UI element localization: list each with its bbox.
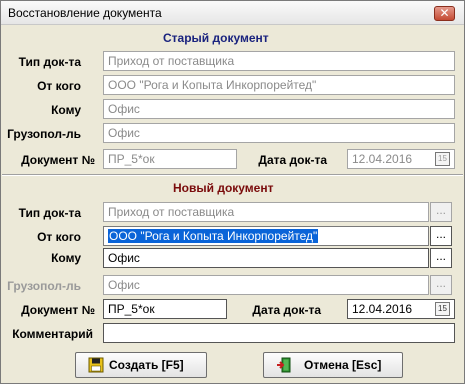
new-from-label: От кого — [37, 230, 81, 244]
old-doc-type-label: Тип док-та — [18, 55, 81, 69]
new-doc-type-label: Тип док-та — [18, 206, 81, 220]
new-to-label: Кому — [51, 251, 81, 265]
comment-label: Комментарий — [12, 327, 93, 341]
old-from-field: ООО "Рога и Копыта Инкорпорейтед" — [103, 75, 455, 95]
window-title: Восстановление документа — [8, 6, 162, 20]
close-button[interactable]: ✕ — [434, 6, 455, 21]
old-docnum-field: ПР_5*ок — [103, 149, 237, 169]
new-date-value: 12.04.2016 — [352, 302, 413, 316]
old-consignee-label: Грузопол-ль — [7, 127, 81, 141]
title-bar[interactable]: Восстановление документа ✕ — [1, 1, 464, 25]
new-from-field[interactable]: ООО "Рога и Копыта Инкорпорейтед" — [103, 226, 429, 246]
new-docnum-field[interactable]: ПР_5*ок — [103, 299, 227, 319]
old-date-label: Дата док-та — [258, 153, 327, 167]
save-floppy-icon — [88, 357, 104, 373]
section-divider — [2, 174, 463, 176]
new-doc-type-lookup-button[interactable]: ... — [430, 202, 452, 222]
cancel-button[interactable]: Отмена [Esc] — [263, 352, 403, 378]
old-to-field: Офис — [103, 99, 455, 119]
new-consignee-lookup-button: ... — [430, 275, 452, 295]
new-calendar-icon[interactable]: 15 — [435, 302, 450, 316]
old-docnum-label: Документ № — [21, 153, 95, 167]
old-document-heading: Старый документ — [163, 31, 269, 45]
old-to-label: Кому — [51, 103, 81, 117]
new-doc-type-field: Приход от поставщика — [103, 202, 429, 222]
comment-field[interactable] — [103, 323, 455, 343]
new-document-heading: Новый документ — [173, 181, 274, 195]
new-to-lookup-button[interactable]: ... — [430, 248, 452, 268]
new-consignee-field: Офис — [103, 275, 429, 295]
new-date-label: Дата док-та — [252, 303, 321, 317]
new-from-lookup-button[interactable]: ... — [430, 226, 452, 246]
old-from-label: От кого — [37, 79, 81, 93]
create-button-label: Создать [F5] — [109, 358, 184, 372]
old-consignee-field: Офис — [103, 123, 455, 143]
new-from-value: ООО "Рога и Копыта Инкорпорейтед" — [108, 229, 319, 243]
old-calendar-icon: 15 — [435, 152, 450, 166]
new-to-field[interactable]: Офис — [103, 248, 429, 268]
new-docnum-label: Документ № — [21, 303, 95, 317]
cancel-button-label: Отмена [Esc] — [304, 358, 382, 372]
create-button[interactable]: Создать [F5] — [75, 352, 207, 378]
restore-document-window: Восстановление документа ✕ Старый докуме… — [0, 0, 465, 384]
exit-door-icon — [277, 357, 291, 373]
old-doc-type-field: Приход от поставщика — [103, 51, 455, 71]
new-consignee-label: Грузопол-ль — [7, 279, 81, 293]
old-date-value: 12.04.2016 — [352, 152, 413, 166]
